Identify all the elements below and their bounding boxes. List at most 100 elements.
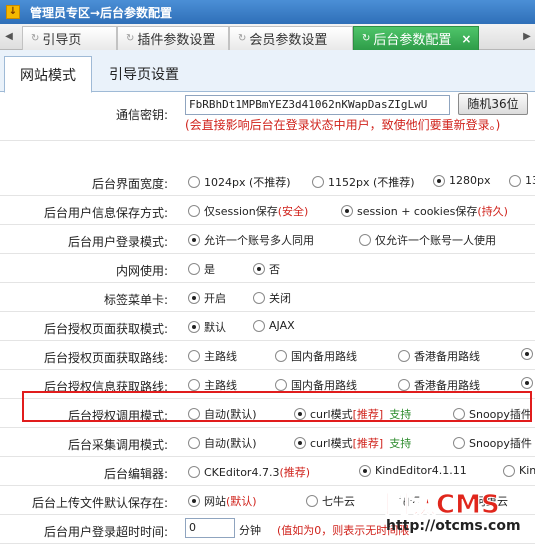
radio-circle[interactable] [509,174,521,187]
scroll-left-icon[interactable]: ◀ [2,28,16,46]
editor-ckeditor-radio[interactable]: CKEditor4.7.3 (推荐) [188,464,310,480]
option-label: 默认 [204,321,226,334]
authmode-default-radio[interactable]: 默认 [188,319,226,335]
close-icon[interactable]: × [461,32,471,46]
radio-circle[interactable] [294,437,306,449]
refresh-icon: ↻ [126,33,135,44]
radio-circle[interactable] [188,495,200,507]
option-label: 13 [525,174,535,187]
radio-circle[interactable] [188,263,200,275]
authpath-other-radio[interactable] [521,348,535,360]
field-label: 后台用户信息保存方式: [43,206,168,220]
option-label: curl模式 [310,437,353,450]
subtab-guide-settings[interactable]: 引导页设置 [92,56,196,92]
infopath-other-radio[interactable] [521,377,535,389]
width-1024-radio[interactable]: 1024px (不推荐) [188,174,291,190]
session-cookies-radio[interactable]: session + cookies保存 (持久) [341,203,508,219]
watermark-brand: 网钛CMS [384,490,501,521]
radio-circle[interactable] [433,174,445,187]
radio-circle[interactable] [453,437,465,449]
scroll-right-icon[interactable]: ▶ [520,28,534,46]
radio-circle[interactable] [188,205,200,217]
option-note: (默认) [226,495,257,508]
random-36-button[interactable]: 随机36位 [458,93,528,115]
radio-circle[interactable] [188,234,200,246]
editor-kindeditor-radio[interactable]: KindEditor4.1.11 [359,464,467,477]
authpath-domestic-radio[interactable]: 国内备用路线 [275,348,357,364]
radio-circle[interactable] [398,350,410,362]
authmode-ajax-radio[interactable]: AJAX [253,319,295,332]
intranet-no-radio[interactable]: 否 [253,261,280,277]
option-label: Kin [519,464,535,477]
comm-key-input[interactable]: FbRBhDt1MPBmYEZ3d41062nKWapDasZIgLwU [185,95,450,115]
tab-plugin-settings[interactable]: ↻ 插件参数设置 [117,26,229,50]
row-intranet: 内网使用: 是 否 [0,254,535,283]
width-1280-radio[interactable]: 1280px [433,174,491,187]
refresh-icon: ↻ [362,33,371,44]
radio-circle[interactable] [359,234,371,246]
radio-circle[interactable] [275,379,287,391]
radio-circle[interactable] [341,205,353,217]
option-note: (安全) [277,205,309,218]
radio-circle[interactable] [188,321,200,333]
field-label: 后台采集调用模式: [67,438,168,452]
field-label: 后台授权页面获取路线: [43,351,168,365]
collect-snoopy-radio[interactable]: Snoopy插件 [453,435,532,451]
radio-circle[interactable] [188,292,200,304]
radio-circle[interactable] [521,348,533,360]
radio-circle[interactable] [359,464,371,477]
tabcard-on-radio[interactable]: 开启 [188,290,226,306]
radio-circle[interactable] [188,176,200,188]
option-label: KindEditor4.1.11 [375,464,467,477]
intranet-yes-radio[interactable]: 是 [188,261,215,277]
single-user-radio[interactable]: 仅允许一个账号一人使用 [359,232,496,248]
authpath-main-radio[interactable]: 主路线 [188,348,237,364]
radio-circle[interactable] [188,437,200,449]
radio-circle[interactable] [503,464,515,477]
radio-circle[interactable] [275,350,287,362]
subtab-label: 引导页设置 [109,67,179,83]
option-label: CKEditor4.7.3 [204,465,280,479]
option-note: (持久) [477,205,508,218]
radio-circle[interactable] [253,263,265,275]
option-label: 七牛云 [322,495,355,508]
session-only-radio[interactable]: 仅session保存 (安全) [188,203,308,219]
option-label: 允许一个账号多人同用 [204,234,314,247]
option-label: 国内备用路线 [291,350,357,363]
upload-site-radio[interactable]: 网站 (默认) [188,493,257,509]
radio-circle[interactable] [306,495,318,507]
support-tag: 支持 [389,437,412,450]
radio-circle[interactable] [188,466,200,478]
timeout-input[interactable]: 0 [185,518,235,538]
upload-qiniu-radio[interactable]: 七牛云 [306,493,355,509]
radio-circle[interactable] [253,319,265,332]
width-13xx-radio[interactable]: 13 [509,174,535,187]
option-label: Snoopy插件 [469,437,532,450]
option-label: 1024px (不推荐) [204,176,291,189]
tab-guide[interactable]: ↻ 引导页 [22,26,117,50]
authpath-hk-radio[interactable]: 香港备用路线 [398,348,480,364]
radio-circle[interactable] [188,379,200,391]
tabcard-off-radio[interactable]: 关闭 [253,290,291,306]
field-label: 后台编辑器: [103,467,168,481]
radio-circle[interactable] [253,292,265,304]
tab-member-settings[interactable]: ↻ 会员参数设置 [229,26,353,50]
radio-circle[interactable] [312,176,324,188]
refresh-icon: ↻ [31,33,40,44]
option-label: 自动(默认) [204,437,257,450]
radio-circle[interactable] [188,350,200,362]
row-auth-page-route: 后台授权页面获取路线: 主路线 国内备用路线 香港备用路线 [0,341,535,370]
row-comm-key: 通信密钥: FbRBhDt1MPBmYEZ3d41062nKWapDasZIgL… [0,92,535,141]
option-label: 网站 [204,495,226,508]
tab-backend-settings[interactable]: ↻ 后台参数配置 × [353,26,479,50]
tab-label: 会员参数设置 [249,33,328,48]
radio-circle[interactable] [521,377,533,389]
editor-kin-radio[interactable]: Kin [503,464,535,477]
radio-circle[interactable] [398,379,410,391]
tab-label: 插件参数设置 [137,33,216,48]
width-1152-radio[interactable]: 1152px (不推荐) [312,174,415,190]
subtab-site-mode[interactable]: 网站模式 [4,56,92,93]
collect-curl-radio[interactable]: curl模式 [推荐] 支持 [294,435,411,451]
collect-auto-radio[interactable]: 自动(默认) [188,435,257,451]
multi-user-radio[interactable]: 允许一个账号多人同用 [188,232,314,248]
